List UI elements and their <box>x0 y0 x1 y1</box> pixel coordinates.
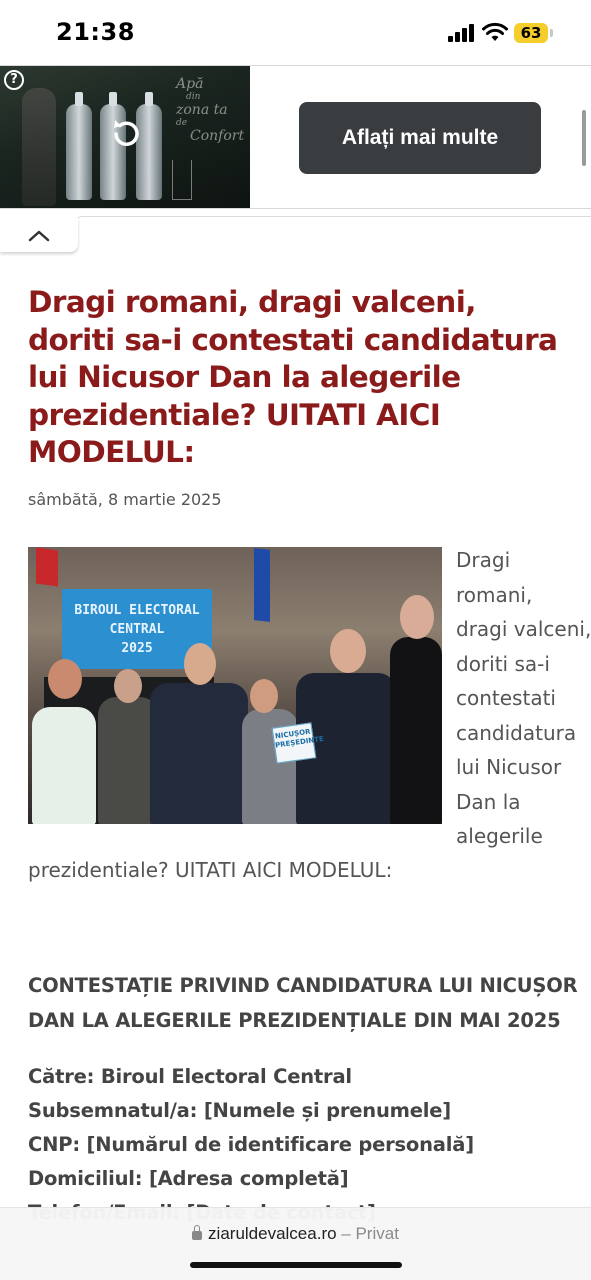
wifi-icon <box>482 22 508 41</box>
lead-line: doriti sa-i <box>456 652 550 676</box>
photo-head <box>330 629 366 673</box>
section-heading-line: DAN LA ALEGERILE PREZIDENȚIALE DIN MAI 2… <box>28 1009 561 1032</box>
ad-slogan-line: din <box>186 92 201 102</box>
ad-glass <box>172 160 192 200</box>
url-separator: – <box>336 1224 356 1243</box>
ad-scrollbar[interactable] <box>582 110 586 166</box>
lead-line: prezidentiale? UITATI AICI MODELUL: <box>28 858 393 882</box>
collapse-divider <box>76 216 591 228</box>
lead-line: alegerile <box>456 824 543 848</box>
photo-sign-line: CENTRAL <box>109 622 165 637</box>
photo-flag-eu <box>254 548 270 622</box>
status-time: 21:38 <box>56 18 135 46</box>
ad-slogan-line: zona ta <box>176 102 228 118</box>
status-bar: 21:38 63 <box>0 0 591 64</box>
lock-icon <box>192 1225 203 1240</box>
lead-line: Dragi <box>456 548 511 572</box>
photo-head <box>400 595 434 639</box>
article-date: sâmbătă, 8 martie 2025 <box>28 490 222 509</box>
form-line: CNP: [Numărul de identificare personală] <box>28 1133 474 1156</box>
battery-icon: 63 <box>514 23 548 43</box>
lead-line: dragi valceni, <box>456 617 591 641</box>
learn-more-button[interactable]: Aflați mai multe <box>299 102 541 174</box>
ad-banner[interactable]: Apă din zona ta de Confort ? Aflați mai … <box>0 65 591 209</box>
ad-slogan-line: Apă <box>176 76 204 92</box>
photo-head <box>250 679 278 713</box>
photo-flag <box>36 547 58 587</box>
private-mode-label: Privat <box>355 1224 399 1243</box>
section-heading: CONTESTAȚIE PRIVIND CANDIDATURA LUI NICU… <box>28 968 591 1038</box>
collapse-ad-button[interactable] <box>0 218 78 252</box>
form-line: Subsemnatul/a: [Numele și prenumele] <box>28 1099 451 1122</box>
photo-head <box>184 643 216 685</box>
ad-image[interactable]: Apă din zona ta de Confort ? <box>0 66 250 208</box>
form-line: Domiciliul: [Adresa completă] <box>28 1167 349 1190</box>
lead-line: candidatura <box>456 721 577 745</box>
form-fields: Către: Biroul Electoral Central Subsemna… <box>28 1060 591 1230</box>
photo-head <box>48 659 82 699</box>
url-domain: ziaruldevalcea.ro <box>208 1224 337 1243</box>
chevron-up-icon <box>28 230 50 242</box>
ad-person-figure <box>22 88 56 206</box>
ad-bottle <box>66 92 92 200</box>
home-indicator[interactable] <box>190 1262 402 1268</box>
photo-head <box>114 669 142 703</box>
replay-icon[interactable] <box>106 114 146 154</box>
ad-slogan-line: de <box>176 118 188 128</box>
ad-slogan-line: Confort <box>190 128 245 144</box>
battery-level: 63 <box>520 24 542 42</box>
photo-person <box>98 697 158 824</box>
form-line: Către: Biroul Electoral Central <box>28 1065 352 1088</box>
photo-poster: NICUȘOR PREȘEDINTE <box>271 722 324 764</box>
battery-cap <box>550 29 553 37</box>
lead-line: Dan la <box>456 790 521 814</box>
browser-address-bar[interactable]: ziaruldevalcea.ro – Privat <box>0 1207 591 1280</box>
signal-icon <box>448 24 476 42</box>
photo-person <box>32 707 96 824</box>
article-title: Dragi romani, dragi valceni, doriti sa-i… <box>28 285 558 469</box>
section-heading-line: CONTESTAȚIE PRIVIND CANDIDATURA LUI NICU… <box>28 974 578 997</box>
ad-slogan: Apă din zona ta de Confort <box>176 76 244 144</box>
lead-line: contestati <box>456 686 556 710</box>
lead-line: romani, <box>456 583 533 607</box>
photo-person-main <box>150 683 248 824</box>
help-icon[interactable]: ? <box>4 70 24 90</box>
article-photo[interactable]: BIROUL ELECTORAL CENTRAL 2025 NICUȘOR PR… <box>28 547 442 824</box>
photo-sign-line: BIROUL ELECTORAL <box>74 603 200 618</box>
url-display[interactable]: ziaruldevalcea.ro – Privat <box>0 1224 591 1244</box>
lead-line: lui Nicusor <box>456 755 562 779</box>
photo-person <box>390 637 442 824</box>
